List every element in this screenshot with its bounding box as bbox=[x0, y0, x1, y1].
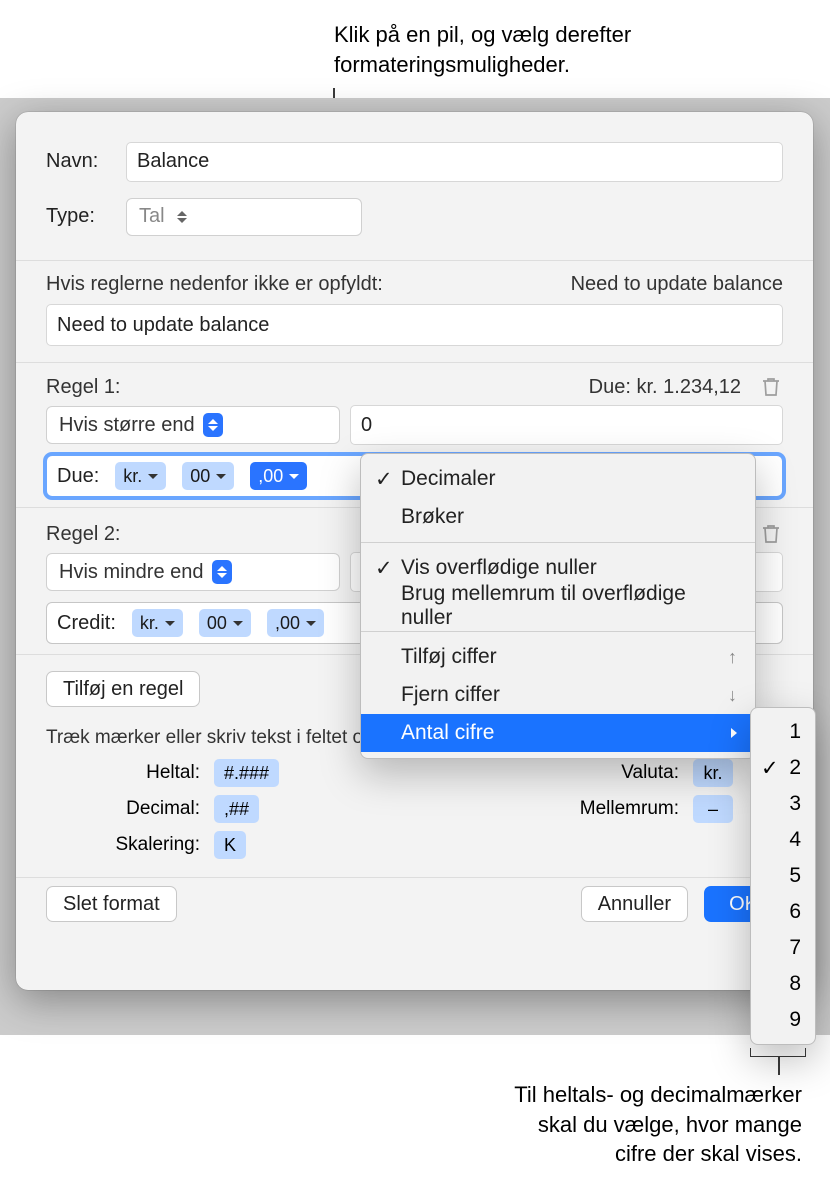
rule2-digits-token[interactable]: 00 bbox=[199, 609, 251, 637]
fallback-input[interactable] bbox=[46, 304, 783, 346]
fallback-preview: Need to update balance bbox=[571, 273, 783, 296]
stepper-icon bbox=[212, 560, 232, 584]
callout-top-text: Klik på en pil, og vælg derefter formate… bbox=[334, 20, 830, 79]
trash-icon[interactable] bbox=[759, 522, 783, 546]
arrow-up-icon: ↑ bbox=[728, 647, 737, 668]
skalering-token[interactable]: K bbox=[214, 831, 246, 859]
menu-broker[interactable]: Brøker bbox=[361, 498, 755, 536]
rule2-label: Regel 2: bbox=[46, 523, 121, 546]
callout-bracket-stem bbox=[778, 1057, 780, 1075]
digit-count-submenu: 1 2 3 4 5 6 7 8 9 bbox=[750, 707, 816, 1045]
decimal-label: Decimal: bbox=[46, 798, 206, 820]
digit-3[interactable]: 3 bbox=[751, 786, 815, 822]
menu-antal-cifre[interactable]: Antal cifre bbox=[361, 714, 755, 752]
digit-5[interactable]: 5 bbox=[751, 858, 815, 894]
rule1-decimal-token[interactable]: ,00 bbox=[250, 462, 307, 490]
stepper-icon bbox=[173, 204, 191, 230]
rule1-condition-value: Hvis større end bbox=[59, 414, 195, 437]
digit-2[interactable]: 2 bbox=[751, 750, 815, 786]
menu-decimaler[interactable]: Decimaler bbox=[361, 460, 755, 498]
rule2-prefix: Credit: bbox=[57, 612, 116, 635]
type-value: Tal bbox=[139, 205, 165, 228]
rule1-condition-select[interactable]: Hvis større end bbox=[46, 406, 340, 444]
callout-bracket bbox=[750, 1048, 806, 1057]
menu-brug-mellemrum[interactable]: Brug mellemrum til overflødige nuller bbox=[361, 587, 755, 625]
digit-9[interactable]: 9 bbox=[751, 1002, 815, 1038]
rule1-currency-token[interactable]: kr. bbox=[115, 462, 166, 490]
trash-icon[interactable] bbox=[759, 375, 783, 399]
rule2-condition-value: Hvis mindre end bbox=[59, 561, 204, 584]
digit-1[interactable]: 1 bbox=[751, 714, 815, 750]
add-rule-button[interactable]: Tilføj en regel bbox=[46, 671, 200, 707]
mellemrum-token[interactable]: – bbox=[693, 795, 733, 823]
mellemrum-label: Mellemrum: bbox=[555, 798, 685, 820]
menu-tilfoj-ciffer[interactable]: Tilføj ciffer ↑ bbox=[361, 638, 755, 676]
digit-4[interactable]: 4 bbox=[751, 822, 815, 858]
cancel-button[interactable]: Annuller bbox=[581, 886, 688, 922]
menu-separator bbox=[361, 631, 755, 632]
rule2-currency-token[interactable]: kr. bbox=[132, 609, 183, 637]
heltal-label: Heltal: bbox=[46, 762, 206, 784]
type-label: Type: bbox=[46, 189, 126, 244]
arrow-down-icon: ↓ bbox=[728, 685, 737, 706]
menu-separator bbox=[361, 542, 755, 543]
valuta-label: Valuta: bbox=[555, 762, 685, 784]
rule1-preview: Due: kr. 1.234,12 bbox=[589, 376, 741, 399]
delete-format-button[interactable]: Slet format bbox=[46, 886, 177, 922]
heltal-token[interactable]: #.### bbox=[214, 759, 279, 787]
rule2-condition-select[interactable]: Hvis mindre end bbox=[46, 553, 340, 591]
rule2-decimal-token[interactable]: ,00 bbox=[267, 609, 324, 637]
chevron-right-icon bbox=[731, 728, 737, 738]
rule1-value-input[interactable] bbox=[350, 405, 783, 445]
rule1-prefix: Due: bbox=[57, 465, 99, 488]
name-input[interactable] bbox=[126, 142, 783, 182]
digit-7[interactable]: 7 bbox=[751, 930, 815, 966]
decimal-token[interactable]: ,## bbox=[214, 795, 259, 823]
decimal-format-menu: Decimaler Brøker Vis overflødige nuller … bbox=[360, 453, 756, 759]
stepper-icon bbox=[203, 413, 223, 437]
rule1-label: Regel 1: bbox=[46, 376, 121, 399]
skalering-label: Skalering: bbox=[46, 834, 206, 856]
fallback-label: Hvis reglerne nedenfor ikke er opfyldt: bbox=[46, 273, 383, 296]
rule1-digits-token[interactable]: 00 bbox=[182, 462, 234, 490]
valuta-token[interactable]: kr. bbox=[693, 759, 733, 787]
menu-fjern-ciffer[interactable]: Fjern ciffer ↓ bbox=[361, 676, 755, 714]
digit-6[interactable]: 6 bbox=[751, 894, 815, 930]
digit-8[interactable]: 8 bbox=[751, 966, 815, 1002]
type-select[interactable]: Tal bbox=[126, 198, 362, 236]
token-palette: Heltal: #.### Valuta: kr. Decimal: ,## M… bbox=[16, 755, 813, 877]
callout-bottom-text: Til heltals- og decimalmærker skal du væ… bbox=[514, 1080, 802, 1169]
name-label: Navn: bbox=[46, 134, 126, 189]
